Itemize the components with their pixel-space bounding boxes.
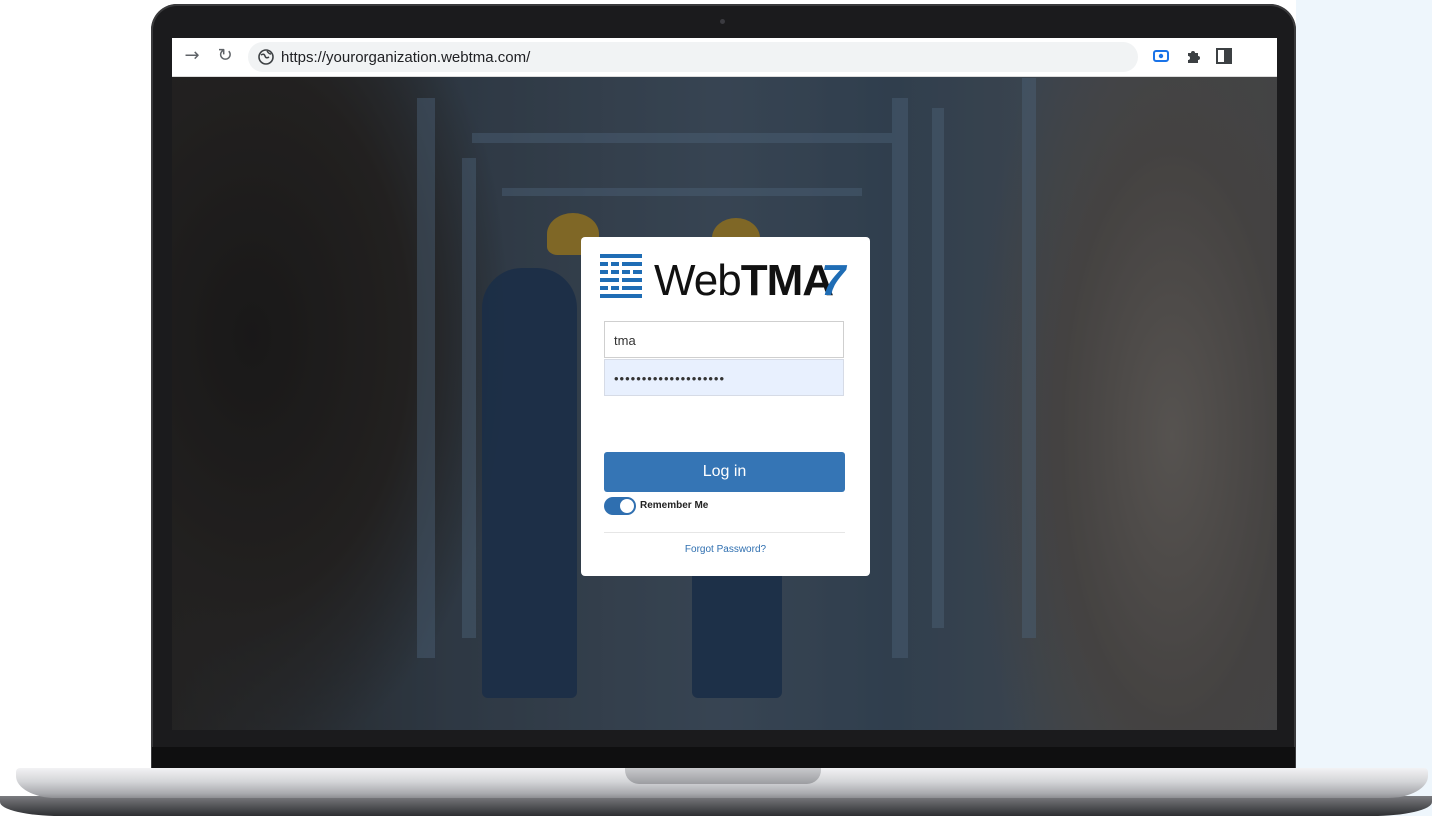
extensions-puzzle-icon[interactable] [1184, 47, 1202, 65]
screen-capture-icon[interactable] [1152, 47, 1170, 65]
login-button[interactable]: Log in [604, 452, 845, 492]
building-logo-icon [600, 254, 642, 298]
remember-me-toggle[interactable] [604, 497, 636, 515]
forgot-password-link[interactable]: Forgot Password? [581, 544, 870, 555]
remember-me-label[interactable]: Remember Me [640, 500, 708, 511]
username-field[interactable]: tma [604, 321, 844, 358]
laptop-lid-notch [625, 768, 821, 784]
logo-text-tma: TMA [740, 256, 834, 305]
url-text[interactable]: https://yourorganization.webtma.com/ [281, 49, 530, 66]
divider [604, 532, 845, 533]
webcam [720, 19, 725, 24]
screen-bottom-bezel [152, 747, 1295, 769]
toggle-knob [620, 499, 634, 513]
laptop-screen: → ↻ https://yourorganization.webtma.com/ [172, 38, 1277, 730]
laptop-base-shadow [0, 796, 1432, 816]
logo-version: 7 [821, 256, 846, 305]
address-bar[interactable]: https://yourorganization.webtma.com/ [248, 42, 1138, 72]
webtma-logo: WebTMA 7 [600, 254, 852, 305]
page-background [1296, 0, 1432, 816]
login-card: WebTMA 7 tma •••••••••••••••••••• Log in… [581, 237, 870, 576]
logo-wordmark: WebTMA [654, 256, 834, 306]
browser-toolbar: → ↻ https://yourorganization.webtma.com/ [172, 38, 1277, 77]
side-panel-icon[interactable] [1215, 47, 1233, 65]
forward-arrow-icon[interactable]: → [182, 46, 202, 66]
password-field[interactable]: •••••••••••••••••••• [604, 359, 844, 396]
globe-icon[interactable] [258, 49, 274, 65]
reload-icon[interactable]: ↻ [215, 46, 235, 66]
logo-text-web: Web [654, 256, 742, 305]
